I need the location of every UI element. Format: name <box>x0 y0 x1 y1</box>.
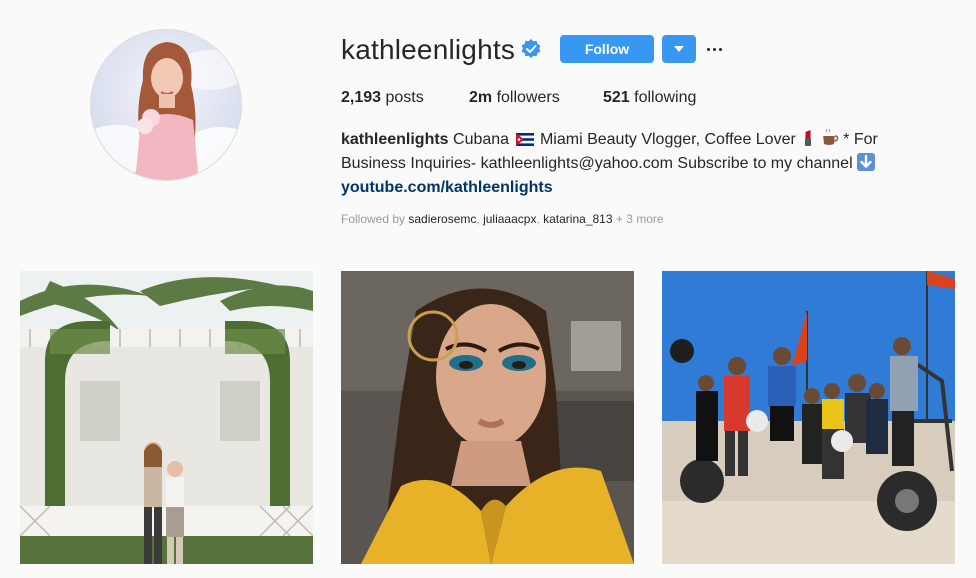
bio-line-1: kathleenlights Cubana Miami Beauty Vlogg… <box>341 128 901 152</box>
bio-text-1c: * For <box>838 131 878 148</box>
followers-count: 2m <box>469 89 493 106</box>
following-label: following <box>629 89 697 106</box>
post-image-garden <box>20 271 313 564</box>
post-thumbnail-1[interactable] <box>20 271 313 564</box>
profile-username: kathleenlights <box>341 34 516 65</box>
cuba-flag-icon <box>515 133 534 146</box>
down-arrow-icon <box>857 153 876 171</box>
bio-full-name: kathleenlights <box>341 131 449 148</box>
bio-text-1b: Miami Beauty Vlogger, Coffee Lover <box>535 131 801 148</box>
posts-stat: 2,193 posts <box>341 88 424 108</box>
lipstick-icon <box>805 130 812 146</box>
bio-text-1a: Cubana <box>448 131 514 148</box>
followed-by-prefix: Followed by <box>341 212 409 226</box>
followed-by-user[interactable]: katarina_813 <box>543 212 612 226</box>
followed-by-user[interactable]: juliaaacpx <box>483 212 536 226</box>
profile-avatar[interactable] <box>90 29 242 181</box>
suggested-accounts-dropdown-button[interactable] <box>662 35 696 63</box>
followers-stat[interactable]: 2m followers <box>469 88 560 108</box>
posts-count: 2,193 <box>341 89 382 106</box>
post-thumbnail-2[interactable] <box>341 271 634 564</box>
more-options-icon <box>707 48 710 51</box>
bio-text-2: Business Inquiries- kathleenlights@yahoo… <box>341 155 858 172</box>
followed-by-user[interactable]: sadierosemc <box>408 212 476 226</box>
post-image-selfie <box>341 271 634 564</box>
posts-label: posts <box>381 89 424 106</box>
follow-button[interactable]: Follow <box>560 35 654 63</box>
following-stat[interactable]: 521 following <box>603 88 696 108</box>
coffee-icon <box>822 129 839 145</box>
followed-by-more[interactable]: + 3 more <box>613 212 664 226</box>
followers-label: followers <box>492 89 560 106</box>
verified-badge-icon <box>521 39 541 58</box>
bio-line-2: Business Inquiries- kathleenlights@yahoo… <box>341 152 901 176</box>
profile-bio: kathleenlights Cubana Miami Beauty Vlogg… <box>341 128 901 200</box>
bio-website-link[interactable]: youtube.com/kathleenlights <box>341 176 553 200</box>
following-count: 521 <box>603 89 630 106</box>
followed-by[interactable]: Followed by sadierosemc, juliaaacpx, kat… <box>341 211 664 227</box>
post-image-desert-group <box>662 271 955 564</box>
chevron-down-icon <box>674 46 684 52</box>
post-thumbnail-3[interactable] <box>662 271 955 564</box>
avatar-image <box>91 30 241 180</box>
more-options-button[interactable] <box>706 38 724 60</box>
